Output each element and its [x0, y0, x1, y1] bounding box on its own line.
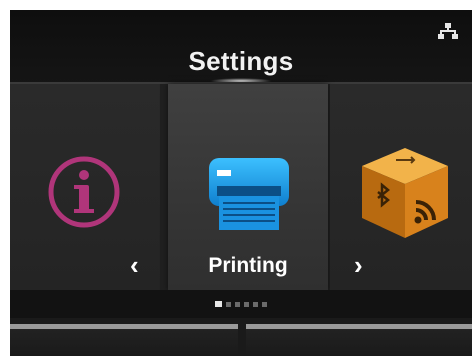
right-softkey-button[interactable]: [246, 324, 472, 356]
page-dot-active: [215, 301, 222, 307]
page-dot: [253, 301, 258, 307]
softkey-bar: [10, 318, 472, 356]
page-dot: [235, 301, 240, 307]
settings-screen: Settings ‹ Printing ›: [10, 10, 472, 356]
network-icon: [438, 23, 458, 39]
info-icon: [48, 156, 120, 228]
page-dot: [226, 301, 231, 307]
interface-cube-icon: [362, 148, 448, 238]
next-arrow-button[interactable]: ›: [354, 252, 363, 278]
previous-arrow-button[interactable]: ‹: [130, 252, 139, 278]
menu-carousel: ‹ Printing ›: [10, 84, 472, 290]
page-indicator: [10, 301, 472, 307]
page-dot: [244, 301, 249, 307]
page-dot: [262, 301, 267, 307]
header-bar: Settings: [10, 10, 472, 84]
selected-item-label: Printing: [208, 254, 288, 277]
left-softkey-button[interactable]: [10, 324, 238, 356]
page-title: Settings: [188, 46, 294, 76]
pagination-bar: [10, 290, 472, 318]
printer-icon: [209, 158, 289, 230]
